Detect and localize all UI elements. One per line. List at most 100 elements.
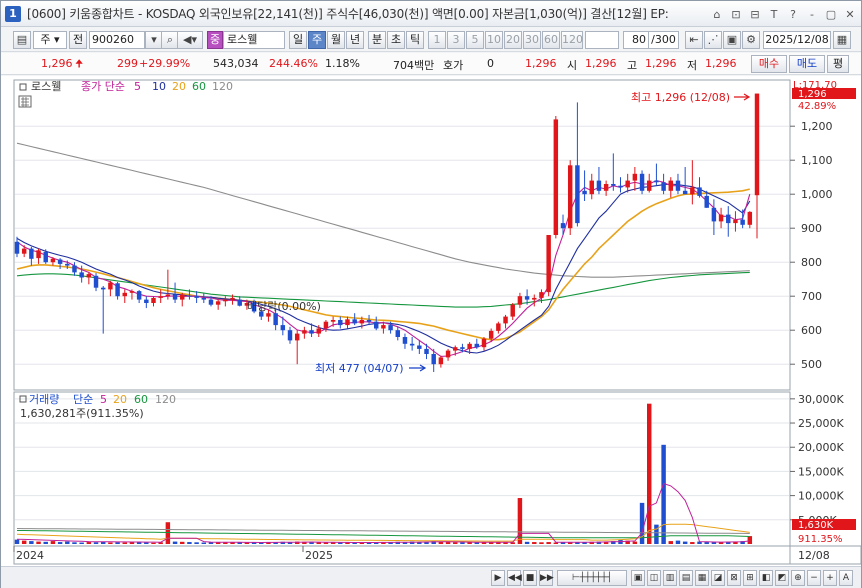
interval-30[interactable]: 30 — [523, 31, 541, 49]
interval-3[interactable]: 3 — [447, 31, 465, 49]
stock-code-input[interactable]: 900260 — [89, 31, 145, 49]
split-icon[interactable]: ⊟ — [748, 6, 762, 21]
candle-body — [639, 173, 645, 191]
chart-window: 1 [0600] 키움종합차트 - KOSDAQ 외국인보유[22,141(천)… — [0, 0, 862, 588]
candle-body — [144, 299, 149, 303]
candle-body — [668, 180, 674, 191]
chart-svg[interactable]: 5006007008009001,0001,1001,200 5,000K10,… — [1, 76, 862, 566]
price-change: 299 — [117, 57, 138, 70]
interval-20[interactable]: 20 — [504, 31, 522, 49]
tab-second[interactable]: 초 — [387, 31, 405, 49]
window-title: [0600] 키움종합차트 - KOSDAQ 외국인보유[22,141(천)] … — [27, 7, 669, 21]
tab-week[interactable]: 주 — [308, 31, 326, 49]
tab-month[interactable]: 월 — [327, 31, 345, 49]
candle-body — [740, 219, 745, 225]
candle-body — [726, 214, 731, 224]
chart-tool-icon[interactable]: ⋰ — [704, 31, 722, 49]
left-right-icon[interactable]: ⇤ — [685, 31, 703, 49]
candle-body — [589, 180, 594, 195]
open-label: 시 — [567, 59, 578, 72]
zoom-in-icon[interactable]: ⊕ — [791, 570, 805, 586]
interval-1[interactable]: 1 — [428, 31, 446, 49]
price-y-tick-label: 600 — [801, 324, 822, 337]
volume-bar — [14, 539, 20, 544]
display-icon-9[interactable]: ◧ — [759, 570, 773, 586]
legend-ma-10: 10 — [152, 80, 166, 93]
zoom-minus-icon[interactable]: − — [807, 570, 821, 586]
tab-minute[interactable]: 분 — [368, 31, 386, 49]
tab-tick[interactable]: 틱 — [406, 31, 424, 49]
display-icon-1[interactable]: ▣ — [631, 570, 645, 586]
display-icon-7[interactable]: ⊠ — [727, 570, 741, 586]
candle-body — [93, 275, 99, 288]
calendar-icon[interactable]: ▦ — [833, 31, 851, 49]
count-input[interactable]: 80 — [623, 31, 649, 49]
interval-10[interactable]: 10 — [485, 31, 503, 49]
chart-area[interactable]: 5006007008009001,0001,1001,200 5,000K10,… — [1, 76, 862, 566]
candle-body — [445, 350, 451, 358]
sound-icon[interactable]: ◀▾ — [177, 31, 203, 49]
period-select-value: 주 — [40, 33, 51, 46]
avg-button[interactable]: 평 — [827, 55, 849, 73]
candle-body — [287, 330, 293, 341]
candle-body — [330, 320, 336, 322]
tab-day[interactable]: 일 — [289, 31, 307, 49]
scroll-right-icon[interactable]: ▶ — [491, 570, 505, 586]
candle-body — [402, 337, 408, 344]
close-icon[interactable]: ✕ — [843, 6, 857, 21]
display-icon-5[interactable]: ▦ — [695, 570, 709, 586]
display-icon-2[interactable]: ◫ — [647, 570, 661, 586]
font-size-icon[interactable]: A — [839, 570, 853, 586]
maximize-icon[interactable]: ▢ — [824, 6, 838, 21]
price-y-tick-label: 1,100 — [801, 154, 833, 167]
settings-gear-icon[interactable]: ⚙ — [742, 31, 760, 49]
legend-ma-5: 5 — [134, 80, 141, 93]
scroll-start-icon[interactable]: ◀◀ — [507, 570, 522, 586]
display-icon-4[interactable]: ▤ — [679, 570, 693, 586]
candle-body — [122, 292, 127, 297]
scroll-end-icon[interactable]: ▶▶ — [539, 570, 554, 586]
tab-year[interactable]: 년 — [346, 31, 364, 49]
text-icon[interactable]: T — [767, 6, 781, 21]
candle-body — [733, 219, 738, 224]
candle-body — [65, 263, 70, 266]
candle-body — [151, 297, 156, 303]
candle-body — [618, 185, 623, 188]
interval-120[interactable]: 120 — [561, 31, 583, 49]
candle-body — [675, 180, 681, 191]
link-icon[interactable]: ⊡ — [729, 6, 743, 21]
candle-body — [100, 287, 106, 290]
period-select[interactable]: 주 ▾ — [33, 31, 67, 49]
zoom-slider[interactable]: ⊢┼┼┼┼┼┤ — [557, 570, 627, 586]
zoom-plus-icon[interactable]: + — [823, 570, 837, 586]
interval-60[interactable]: 60 — [542, 31, 560, 49]
minimize-icon[interactable]: - — [805, 6, 819, 21]
buy-button[interactable]: 매수 — [751, 55, 787, 73]
help-icon[interactable]: ? — [786, 6, 800, 21]
volume-bar — [108, 542, 113, 544]
candle-body — [704, 195, 709, 208]
candle-body — [21, 248, 27, 254]
interval-5[interactable]: 5 — [466, 31, 484, 49]
candle-body — [237, 299, 242, 306]
display-icon-3[interactable]: ▥ — [663, 570, 677, 586]
candle-body — [215, 301, 221, 305]
date-input[interactable]: 2025/12/08 — [763, 31, 831, 49]
volume-bar — [747, 536, 753, 544]
save-icon[interactable]: ▣ — [723, 31, 741, 49]
display-icon-8[interactable]: ⊞ — [743, 570, 757, 586]
display-icon-10[interactable]: ◩ — [775, 570, 789, 586]
volume-bar — [532, 542, 537, 544]
price-y-tick-label: 800 — [801, 256, 822, 269]
display-icon-6[interactable]: ◪ — [711, 570, 725, 586]
sell-button[interactable]: 매도 — [789, 55, 825, 73]
home-icon[interactable]: ⌂ — [710, 6, 724, 21]
menu-icon[interactable]: ▤ — [13, 31, 31, 49]
candle-body — [611, 184, 616, 186]
stop-icon[interactable]: ■ — [523, 570, 537, 586]
interval-input[interactable] — [585, 31, 619, 49]
view-select[interactable]: 전 — [69, 31, 87, 49]
candle-body — [345, 319, 350, 326]
candle-body — [359, 320, 365, 324]
candle-body — [294, 333, 300, 341]
